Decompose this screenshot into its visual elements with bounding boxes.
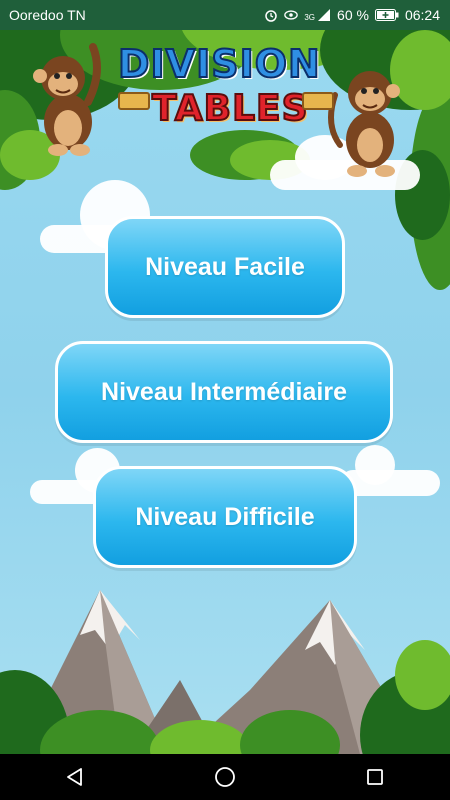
back-icon[interactable] — [65, 767, 85, 787]
logo-title-line2: TABLES — [151, 87, 309, 130]
main-screen: DIVISION TABLES Niveau Facile Niveau Int… — [0, 30, 450, 754]
signal-icon — [318, 9, 331, 21]
battery-level: 60 % — [337, 7, 369, 23]
recents-icon[interactable] — [365, 767, 385, 787]
carrier-name: Ooredoo TN — [9, 7, 86, 23]
status-icons: 3G 60 % 06:24 — [264, 7, 440, 23]
home-icon[interactable] — [214, 766, 236, 788]
alarm-icon — [265, 10, 278, 22]
hard-level-button[interactable]: Niveau Difficile — [93, 466, 357, 568]
logo-ornament-left — [118, 92, 150, 110]
eye-icon — [284, 10, 299, 20]
intermediate-level-button[interactable]: Niveau Intermédiaire — [55, 341, 393, 443]
network-type: 3G — [304, 13, 316, 22]
clock: 06:24 — [404, 7, 440, 23]
easy-level-button[interactable]: Niveau Facile — [105, 216, 345, 318]
monkey-left-image — [33, 43, 101, 156]
logo-ornament-right — [302, 92, 334, 110]
logo-title-line1: DIVISION — [117, 41, 321, 87]
monkey-right-image — [328, 71, 400, 177]
status-bar: Ooredoo TN 3G 60 % 06:24 — [0, 0, 450, 30]
navigation-bar — [0, 754, 450, 800]
battery-icon — [374, 9, 399, 21]
